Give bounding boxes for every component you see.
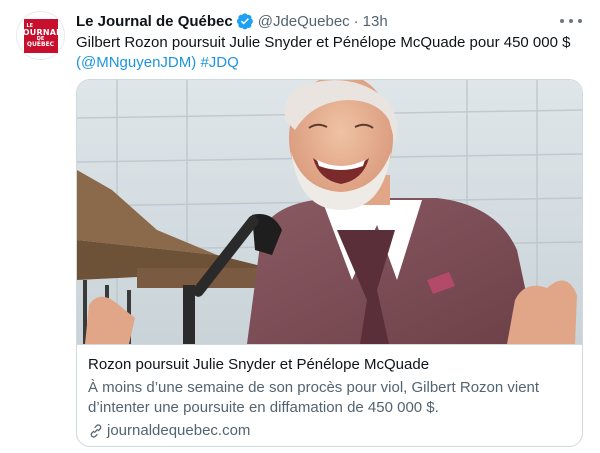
account-avatar[interactable]: LE JOURNAL DE QUÉBEC [16,11,65,60]
more-options-icon[interactable] [560,12,582,30]
mention-close: ) [191,54,197,71]
journal-logo: LE JOURNAL DE QUÉBEC [20,18,61,53]
article-photo[interactable] [77,80,582,344]
tweet-timestamp[interactable]: 13h [363,13,388,30]
tweet-text: Gilbert Rozon poursuit Julie Snyder et P… [76,33,591,73]
link-card[interactable]: Rozon poursuit Julie Snyder et Pénélope … [76,79,583,447]
tweet-header: Le Journal de Québec @JdeQuebec · 13h [76,10,388,32]
mention-link[interactable]: @MNguyenJDM [81,54,191,71]
account-handle[interactable]: @JdeQuebec [258,13,350,30]
hashtag-link[interactable]: #JDQ [200,54,238,71]
card-description: À moins d’une semaine de son procès pour… [88,379,540,416]
article-photo-illustration [77,80,582,344]
card-domain[interactable]: journaldequebec.com [88,421,250,441]
separator-dot: · [353,12,359,30]
card-domain-text[interactable]: journaldequebec.com [107,421,250,441]
account-name[interactable]: Le Journal de Québec [76,13,233,30]
card-body[interactable]: Rozon poursuit Julie Snyder et Pénélope … [77,344,582,446]
card-title[interactable]: Rozon poursuit Julie Snyder et Pénélope … [88,355,429,375]
link-icon [90,424,102,438]
verified-badge-icon [236,13,253,30]
tweet-body: Gilbert Rozon poursuit Julie Snyder et P… [76,34,571,51]
tweet[interactable]: LE JOURNAL DE QUÉBEC Le Journal de Québe… [0,0,600,453]
